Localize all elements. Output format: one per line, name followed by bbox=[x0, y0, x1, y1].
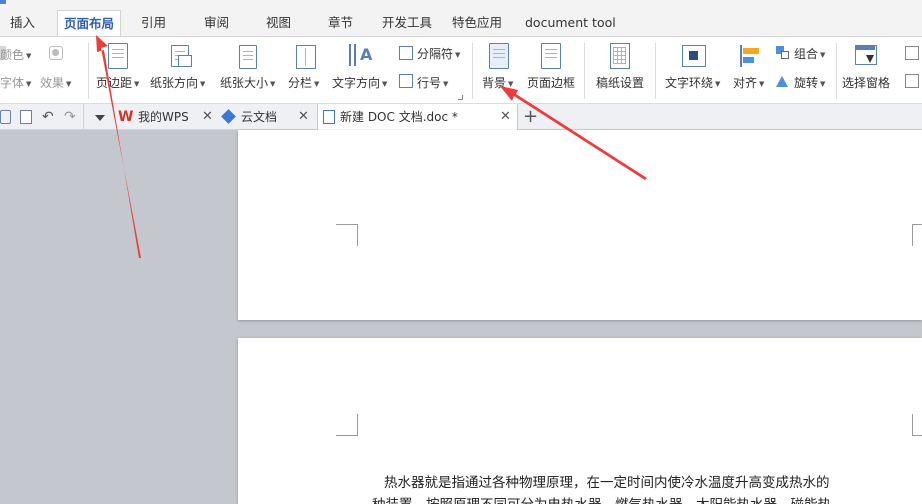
cloud-doc-icon bbox=[221, 109, 236, 124]
paper-size-button[interactable]: 纸张大小 ▼ bbox=[220, 74, 275, 91]
tab-document-tool[interactable]: document tool bbox=[525, 10, 616, 36]
orientation-landscape-icon bbox=[178, 55, 192, 67]
selection-pane-icon bbox=[855, 45, 877, 65]
tab-developer-tools[interactable]: 开发工具 bbox=[382, 10, 432, 36]
align-button[interactable]: 对齐 ▼ bbox=[733, 74, 764, 91]
selection-pane-button[interactable]: 选择窗格 bbox=[842, 74, 890, 91]
document-workspace[interactable]: 热水器就是指通过各种物理原理，在一定时间内使冷水温度升高变成热水的 种装置，按照… bbox=[0, 130, 922, 504]
crop-mark bbox=[912, 224, 922, 246]
breaks-button[interactable]: 分隔符 ▼ bbox=[417, 45, 460, 62]
page-setup-launcher-icon[interactable] bbox=[458, 95, 463, 100]
line-numbers-button[interactable]: 行号 ▼ bbox=[417, 74, 448, 91]
close-tab-cloud-docs-icon[interactable]: ✕ bbox=[298, 104, 309, 130]
ribbon-overflow-icon-2[interactable] bbox=[905, 74, 919, 88]
margins-button[interactable]: 页边距 ▼ bbox=[96, 74, 139, 91]
ribbon-overflow-icon[interactable] bbox=[905, 46, 919, 60]
tab-review[interactable]: 审阅 bbox=[204, 10, 229, 36]
rotate-icon bbox=[776, 74, 790, 88]
undo-icon[interactable]: ↶ bbox=[42, 110, 56, 124]
columns-button[interactable]: 分栏 ▼ bbox=[288, 74, 319, 91]
page-border-button[interactable]: 页面边框 bbox=[527, 74, 575, 91]
background-icon bbox=[489, 43, 509, 69]
theme-effect-button[interactable]: 效果 ▼ bbox=[40, 74, 71, 91]
wps-logo-icon: W bbox=[118, 109, 134, 125]
paragraph-line[interactable]: 热水器就是指通过各种物理原理，在一定时间内使冷水温度升高变成热水的 bbox=[384, 471, 830, 491]
orientation-button[interactable]: 纸张方向 ▼ bbox=[150, 74, 205, 91]
document-tab-strip: ↶ ↷ W 我的WPS ✕ 云文档 ✕ 新建 DOC 文档.doc * ✕ + bbox=[0, 104, 922, 130]
text-wrap-icon bbox=[682, 45, 706, 67]
close-tab-my-wps-icon[interactable]: ✕ bbox=[202, 104, 213, 130]
document-page-2[interactable]: 热水器就是指通过各种物理原理，在一定时间内使冷水温度升高变成热水的 种装置，按照… bbox=[238, 338, 922, 504]
menu-bar: 插入 页面布局 引用 审阅 视图 章节 开发工具 特色应用 document t… bbox=[0, 0, 922, 37]
tab-references[interactable]: 引用 bbox=[141, 10, 166, 36]
tab-chapter[interactable]: 章节 bbox=[328, 10, 353, 36]
tab-new-doc[interactable]: 新建 DOC 文档.doc * bbox=[317, 104, 518, 130]
print-preview-icon[interactable] bbox=[20, 110, 32, 124]
tab-list-dropdown-icon[interactable] bbox=[95, 115, 105, 121]
group-icon bbox=[776, 46, 790, 60]
document-page-1[interactable] bbox=[238, 130, 922, 320]
page-border-icon bbox=[541, 43, 561, 69]
redo-icon[interactable]: ↷ bbox=[64, 110, 78, 124]
theme-color-button[interactable]: 颜色 ▼ bbox=[0, 46, 31, 63]
theme-font-button[interactable]: 字体 ▼ bbox=[0, 74, 31, 91]
paragraph-line[interactable]: 种装置，按照原理不同可分为电热水器、燃气热水器、太阳能热水器、磁能热 bbox=[372, 493, 831, 504]
manuscript-settings-button[interactable]: 稿纸设置 bbox=[596, 74, 644, 91]
doc-file-icon bbox=[323, 110, 335, 124]
corner-accent bbox=[0, 0, 6, 4]
text-wrap-button[interactable]: 文字环绕 ▼ bbox=[665, 74, 720, 91]
text-direction-button[interactable]: 文字方向 ▼ bbox=[332, 74, 387, 91]
text-direction-icon: A bbox=[349, 44, 373, 68]
close-tab-new-doc-icon[interactable]: ✕ bbox=[500, 104, 511, 130]
margins-icon bbox=[108, 43, 128, 69]
ribbon-toolbar: 颜色 ▼ 字体 ▼ 效果 ▼ 页边距 ▼ 纸张方向 ▼ 纸张大小 ▼ 分栏 ▼ A 文字方向 ▼… bbox=[0, 36, 922, 104]
rotate-button[interactable]: 旋转 ▼ bbox=[794, 74, 825, 91]
crop-mark bbox=[912, 414, 922, 436]
tab-insert[interactable]: 插入 bbox=[10, 10, 35, 36]
print-icon[interactable] bbox=[0, 110, 11, 124]
tab-special-apps[interactable]: 特色应用 bbox=[452, 10, 502, 36]
group-button[interactable]: 组合 ▼ bbox=[794, 45, 825, 62]
manuscript-icon bbox=[610, 43, 630, 69]
crop-mark bbox=[336, 224, 358, 246]
breaks-icon bbox=[399, 46, 413, 60]
tab-my-wps[interactable]: W 我的WPS bbox=[112, 104, 216, 130]
tab-page-layout[interactable]: 页面布局 bbox=[57, 10, 122, 37]
columns-icon bbox=[296, 45, 316, 69]
theme-effect-icon bbox=[49, 46, 63, 60]
new-tab-button[interactable]: + bbox=[523, 104, 538, 130]
align-icon bbox=[740, 45, 760, 67]
crop-mark bbox=[336, 414, 358, 436]
paper-size-icon bbox=[239, 45, 257, 69]
background-button[interactable]: 背景 ▼ bbox=[482, 74, 513, 91]
tab-view[interactable]: 视图 bbox=[266, 10, 291, 36]
line-numbers-icon bbox=[399, 74, 413, 88]
